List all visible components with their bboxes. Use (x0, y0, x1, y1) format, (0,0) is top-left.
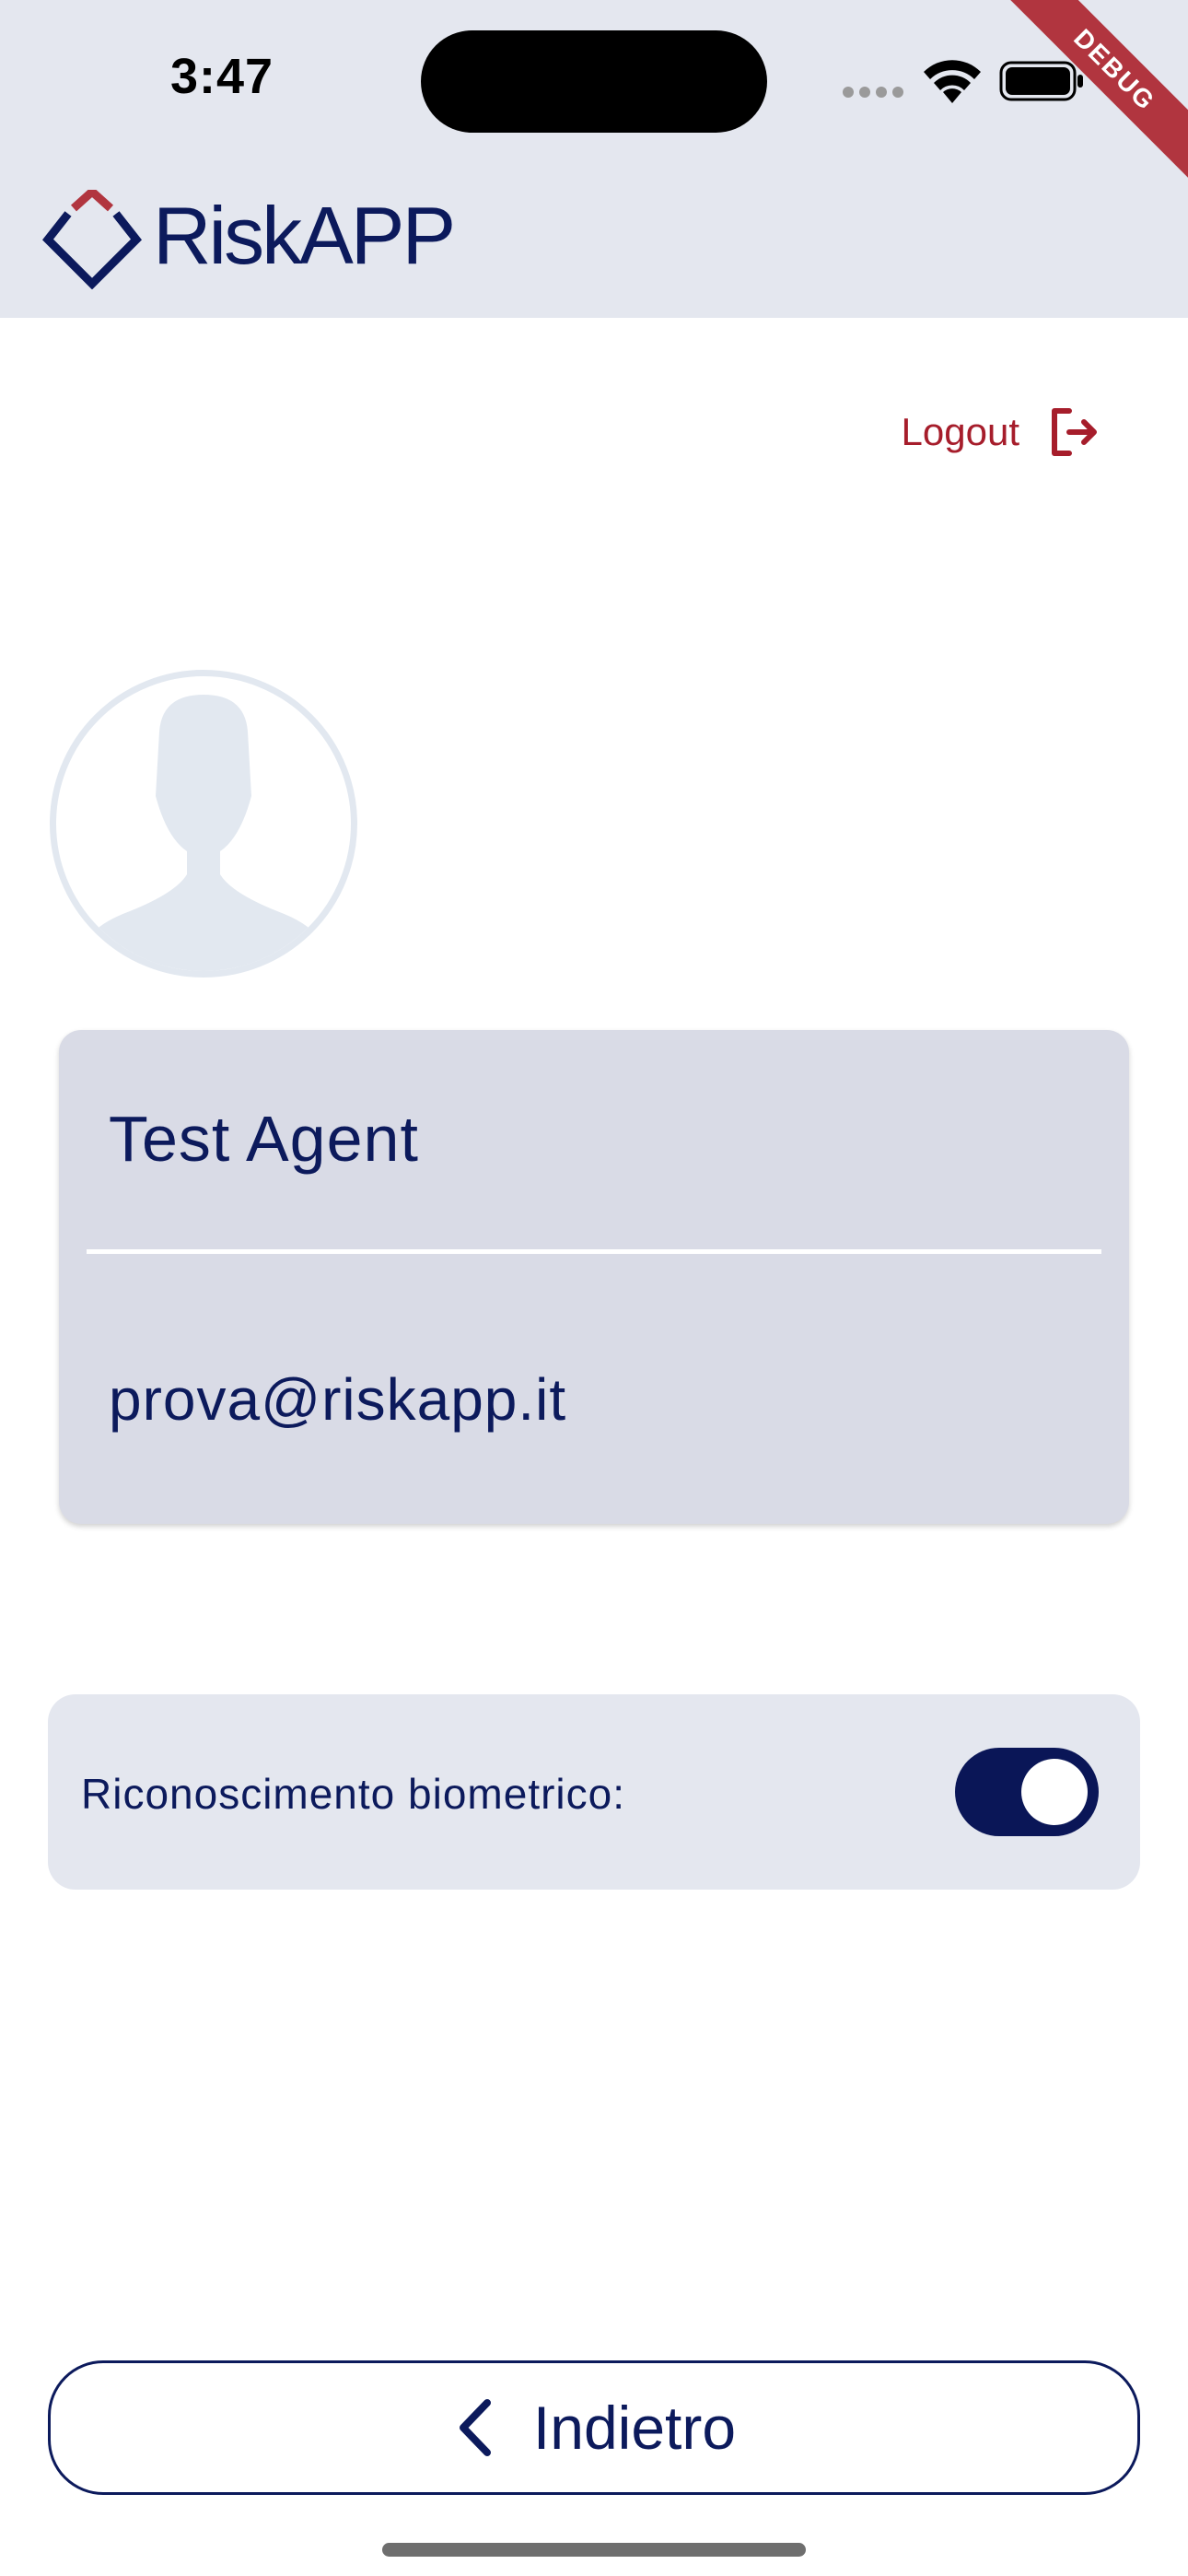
battery-icon (999, 61, 1083, 101)
biometric-toggle[interactable] (955, 1748, 1099, 1836)
logout-label: Logout (901, 410, 1019, 453)
home-indicator (382, 2543, 806, 2557)
riskapp-logo-icon (42, 190, 142, 289)
back-button-label: Indietro (532, 2394, 737, 2462)
profile-divider (87, 1249, 1101, 1254)
logout-icon (1052, 408, 1097, 456)
dynamic-island (421, 30, 767, 133)
profile-card: Test Agent prova@riskapp.it (59, 1030, 1129, 1524)
chevron-left-icon (459, 2399, 491, 2456)
app-logo-text: RiskAPP (153, 190, 456, 281)
back-button[interactable]: Indietro (48, 2360, 1140, 2495)
profile-name: Test Agent (109, 1103, 419, 1175)
avatar (50, 670, 357, 978)
biometric-label: Riconoscimento biometrico: (81, 1770, 626, 1818)
status-time: 3:47 (170, 49, 274, 104)
logout-button[interactable]: Logout (902, 405, 1101, 459)
biometric-setting-row: Riconoscimento biometrico: (48, 1694, 1140, 1890)
wifi-icon (924, 60, 981, 103)
profile-email: prova@riskapp.it (109, 1366, 567, 1433)
app-header: 3:47 DEBUG RiskAPP (0, 0, 1188, 318)
user-placeholder-icon (88, 695, 319, 971)
cellular-signal-icon (843, 87, 903, 98)
toggle-knob (1021, 1759, 1088, 1825)
